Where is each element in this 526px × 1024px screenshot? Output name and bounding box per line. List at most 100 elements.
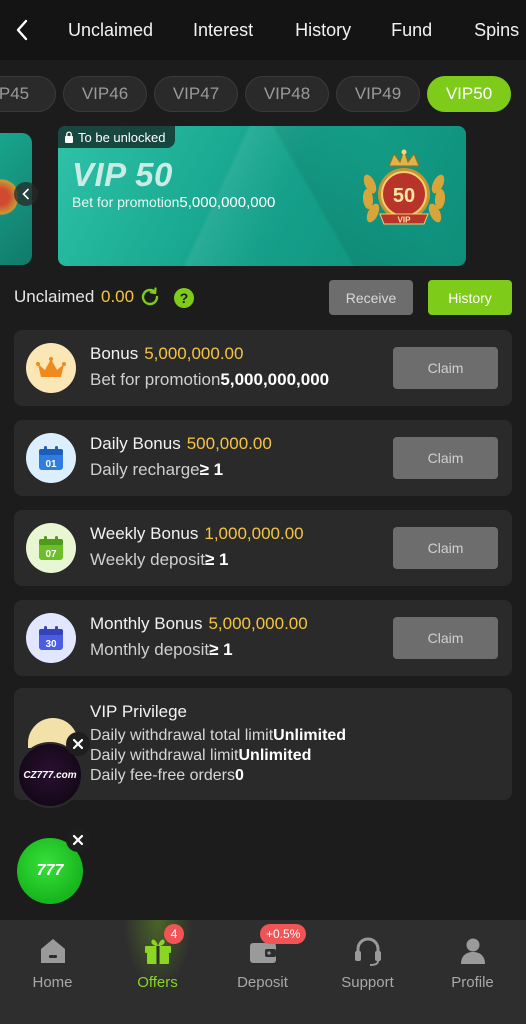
bonus-title: Monthly Bonus 5,000,000.00 — [90, 614, 308, 634]
claim-button[interactable]: Claim — [393, 617, 498, 659]
privilege-line: Daily withdrawal limitUnlimited — [90, 747, 311, 765]
privilege-title: VIP Privilege — [90, 702, 188, 721]
lock-status-tag: To be unlocked — [58, 126, 176, 148]
requirement-value: ≥ 1 — [199, 460, 224, 479]
promo-amount: 5,000,000,000 — [179, 194, 276, 211]
777-logo-text: 777 — [36, 862, 64, 879]
receive-button[interactable]: Receive — [329, 280, 413, 315]
close-ad-button[interactable] — [66, 828, 90, 852]
close-icon — [72, 834, 84, 846]
nav-support[interactable]: Support — [315, 920, 420, 1024]
deposit-bonus-badge: +0.5% — [260, 924, 307, 944]
vip-pill-selected[interactable]: VIP50 — [427, 76, 511, 112]
vip-level-card: To be unlocked VIP 50 Bet for promotion5… — [58, 126, 466, 266]
privilege-label: Daily fee-free orders — [90, 767, 235, 784]
vip-badge-icon: 50 VIP — [356, 144, 452, 240]
calendar-30-icon: 30 — [26, 613, 76, 663]
bonus-name: Bonus — [90, 344, 139, 363]
privilege-line: Daily withdrawal total limitUnlimited — [90, 727, 346, 745]
vip-pill[interactable]: P45 — [0, 76, 56, 112]
offers-count-badge: 4 — [164, 924, 184, 944]
nav-profile[interactable]: Profile — [420, 920, 525, 1024]
history-button[interactable]: History — [428, 280, 512, 315]
nav-label: Offers — [137, 974, 178, 991]
privilege-value: 0 — [234, 767, 244, 784]
bonus-card: Bonus 5,000,000.00 Bet for promotion5,000… — [14, 330, 512, 406]
unclaimed-label: Unclaimed — [14, 287, 95, 306]
bonus-requirement: Weekly deposit≥ 1 — [90, 550, 228, 570]
bonus-title: Daily Bonus 500,000.00 — [90, 434, 272, 454]
calendar-07-icon: 07 — [26, 523, 76, 573]
lock-icon — [65, 131, 73, 143]
help-icon[interactable]: ? — [174, 288, 194, 308]
requirement-label: Daily recharge — [90, 460, 200, 479]
requirement-label: Weekly deposit — [90, 550, 205, 569]
vip-pill[interactable]: VIP49 — [336, 76, 420, 112]
requirement-label: Bet for promotion — [90, 370, 221, 389]
home-icon — [41, 939, 65, 963]
monthly-bonus-card: 30 Monthly Bonus 5,000,000.00 Monthly dep… — [14, 600, 512, 676]
privilege-label: Daily withdrawal limit — [90, 747, 239, 764]
vip-pill[interactable]: VIP48 — [245, 76, 329, 112]
claim-button[interactable]: Claim — [393, 437, 498, 479]
tab-spins[interactable]: Spins — [474, 0, 519, 60]
crown-icon — [26, 343, 76, 393]
requirement-value: ≥ 1 — [204, 550, 229, 569]
nav-label: Support — [341, 974, 394, 991]
tab-fund[interactable]: Fund — [391, 0, 432, 60]
bonus-amount: 5,000,000.00 — [144, 344, 244, 363]
weekly-bonus-card: 07 Weekly Bonus 1,000,000.00 Weekly depos… — [14, 510, 512, 586]
privilege-line: Daily fee-free orders0 — [90, 767, 244, 785]
bonus-requirement: Monthly deposit≥ 1 — [90, 640, 233, 660]
tab-history[interactable]: History — [295, 0, 351, 60]
calendar-01-icon: 01 — [26, 433, 76, 483]
bonus-name: Daily Bonus — [90, 434, 181, 453]
vip-badge-text: VIP — [398, 216, 412, 225]
vip-badge-number: 50 — [393, 185, 415, 207]
refresh-icon[interactable] — [139, 286, 161, 308]
requirement-value: 5,000,000,000 — [220, 370, 330, 389]
nav-label: Home — [32, 974, 73, 991]
vip-promotion-requirement: Bet for promotion5,000,000,000 — [72, 194, 275, 211]
bonus-title: Weekly Bonus 1,000,000.00 — [90, 524, 304, 544]
claim-button[interactable]: Claim — [393, 527, 498, 569]
cz777-logo-text: CZ777.com — [23, 769, 77, 781]
daily-bonus-card: 01 Daily Bonus 500,000.00 Daily recharge≥… — [14, 420, 512, 496]
calendar-day: 07 — [45, 549, 57, 560]
lock-status-text: To be unlocked — [78, 129, 166, 145]
nav-offers[interactable]: 4 Offers — [105, 920, 210, 1024]
bonus-title: Bonus 5,000,000.00 — [90, 344, 243, 364]
nav-tabs: Unclaimed Interest History Fund Spins — [44, 0, 526, 60]
requirement-value: ≥ 1 — [209, 640, 233, 659]
vip-level-selector: P45 VIP46 VIP47 VIP48 VIP49 VIP50 — [0, 76, 526, 114]
bonus-name: Monthly Bonus — [90, 614, 203, 633]
bonus-amount: 5,000,000.00 — [208, 614, 308, 633]
top-nav: Unclaimed Interest History Fund Spins — [0, 0, 526, 60]
nav-deposit[interactable]: +0.5% Deposit — [210, 920, 315, 1024]
vip-pill[interactable]: VIP46 — [63, 76, 147, 112]
headset-icon — [355, 937, 381, 966]
person-icon — [461, 938, 485, 964]
bottom-nav: Home 4 Offers +0.5% Deposit Support Prof… — [0, 920, 526, 1024]
nav-label: Profile — [451, 974, 494, 991]
back-button[interactable] — [0, 0, 44, 60]
bonus-requirement: Bet for promotion5,000,000,000 — [90, 370, 329, 390]
privilege-label: Daily withdrawal total limit — [90, 727, 274, 744]
privilege-value: Unlimited — [273, 727, 347, 744]
bonus-name: Weekly Bonus — [90, 524, 199, 543]
carousel-prev-button[interactable] — [14, 182, 38, 206]
close-ad-button[interactable] — [66, 732, 90, 756]
calendar-day: 30 — [45, 639, 57, 650]
vip-title: VIP 50 — [72, 156, 173, 193]
requirement-label: Monthly deposit — [90, 640, 210, 659]
promo-label: Bet for promotion — [72, 194, 180, 210]
privilege-value: Unlimited — [238, 747, 312, 764]
nav-home[interactable]: Home — [0, 920, 105, 1024]
calendar-day: 01 — [45, 459, 57, 470]
claim-button[interactable]: Claim — [393, 347, 498, 389]
bonus-requirement: Daily recharge≥ 1 — [90, 460, 223, 480]
tab-interest[interactable]: Interest — [193, 0, 253, 60]
bonus-amount: 1,000,000.00 — [204, 524, 304, 543]
vip-pill[interactable]: VIP47 — [154, 76, 238, 112]
tab-unclaimed[interactable]: Unclaimed — [68, 0, 153, 60]
